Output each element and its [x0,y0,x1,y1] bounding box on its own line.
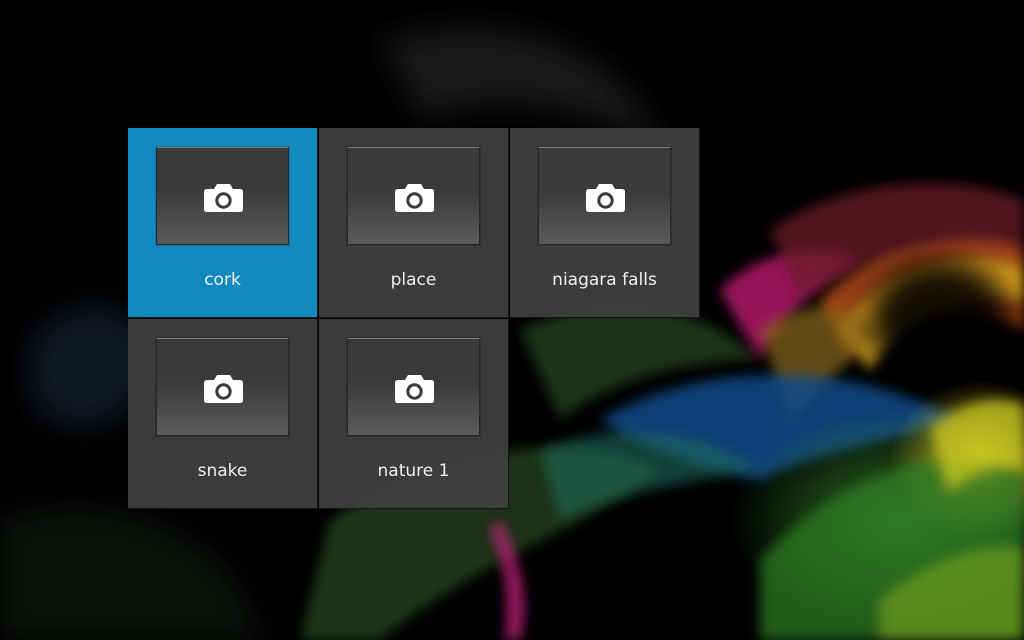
album-tile-niagara-falls[interactable]: niagara falls [510,128,700,318]
album-label: cork [204,270,241,290]
album-label: place [390,270,437,290]
camera-icon [395,375,434,403]
album-thumbnail [156,338,289,436]
album-tile-snake[interactable]: snake [128,319,318,509]
album-label: snake [197,461,248,481]
album-grid: cork place niagara falls snake nature 1 [128,128,700,509]
camera-icon [204,375,243,403]
album-thumbnail [347,338,480,436]
album-thumbnail [156,147,289,245]
desktop: cork place niagara falls snake nature 1 [0,0,1024,640]
album-thumbnail [538,147,671,245]
album-tile-nature-1[interactable]: nature 1 [319,319,509,509]
album-label: niagara falls [552,270,657,290]
camera-icon [395,184,434,212]
camera-icon [204,184,243,212]
camera-icon [586,184,625,212]
album-tile-place[interactable]: place [319,128,509,318]
album-thumbnail [347,147,480,245]
album-tile-cork[interactable]: cork [128,128,318,318]
album-label: nature 1 [377,461,450,481]
